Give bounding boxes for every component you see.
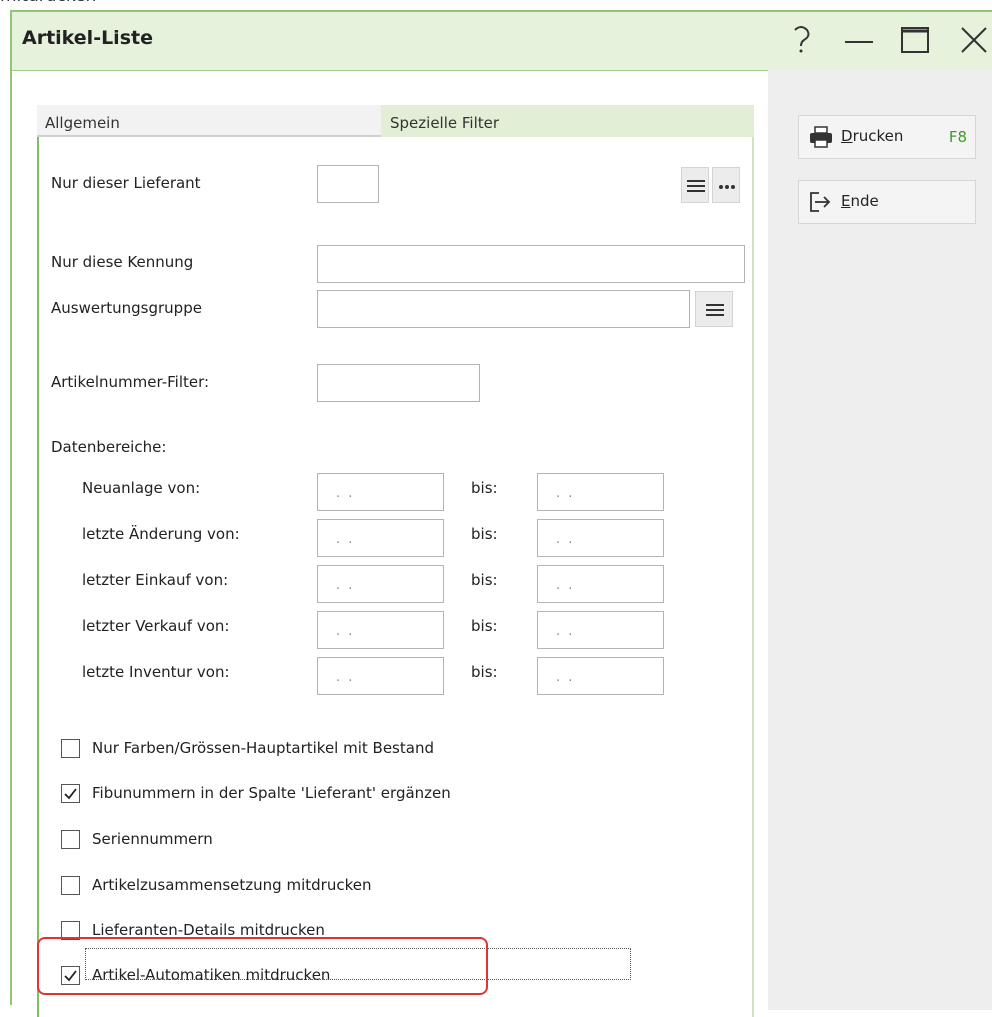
date-row-label: letzter Einkauf von: (82, 571, 229, 589)
bis-label: bis: (471, 617, 498, 635)
action-panel: Drucken F8 Ende (768, 70, 992, 1010)
help-button[interactable] (781, 18, 821, 62)
option-checkbox[interactable] (61, 739, 80, 758)
auswertungsgruppe-label: Auswertungsgruppe (51, 299, 202, 317)
option-label: Fibunummern in der Spalte 'Lieferant' er… (92, 784, 451, 802)
list-icon (706, 304, 724, 316)
date-row-label: letzte Änderung von: (82, 525, 240, 543)
maximize-button[interactable] (895, 18, 935, 62)
date-to-input[interactable]: . . (537, 611, 664, 649)
lieferant-label: Nur dieser Lieferant (51, 174, 201, 192)
auswertungsgruppe-input[interactable] (317, 290, 690, 328)
maximize-icon (901, 27, 929, 53)
print-button[interactable]: Drucken F8 (798, 115, 976, 159)
filter-panel: Nur dieser Lieferant Nur diese Kennung A… (37, 137, 754, 1017)
highlight-annotation (37, 937, 488, 995)
bis-label: bis: (471, 525, 498, 543)
print-label: Drucken (841, 127, 904, 145)
date-from-input[interactable]: . . (317, 611, 444, 649)
option-checkbox[interactable] (61, 876, 80, 895)
title-bar: Artikel-Liste (12, 12, 992, 71)
more-icon (719, 185, 735, 189)
date-from-input[interactable]: . . (317, 565, 444, 603)
date-row-label: Neuanlage von: (82, 479, 201, 497)
artikel-liste-window: Artikel-Liste Allgemein Spezielle Filter… (10, 10, 992, 1017)
option-label: Artikelzusammensetzung mitdrucken (92, 876, 372, 894)
print-shortcut: F8 (948, 128, 967, 146)
minimize-button[interactable] (839, 18, 879, 62)
kennung-input[interactable] (317, 245, 745, 283)
date-to-input[interactable]: . . (537, 473, 664, 511)
date-row-label: letzte Inventur von: (82, 663, 230, 681)
bis-label: bis: (471, 663, 498, 681)
close-button[interactable] (954, 18, 992, 62)
close-icon (961, 27, 987, 53)
help-icon (794, 26, 810, 53)
bis-label: bis: (471, 571, 498, 589)
printer-icon (810, 126, 832, 148)
end-button[interactable]: Ende (798, 180, 976, 224)
check-icon (64, 788, 77, 800)
window-title: Artikel-Liste (22, 27, 153, 49)
end-label: Ende (841, 192, 879, 210)
option-label: Seriennummern (92, 830, 213, 848)
artikelnummer-label: Artikelnummer-Filter: (51, 373, 210, 391)
tab-allgemein[interactable]: Allgemein (37, 105, 381, 137)
cut-off-text: mitdrucken (0, 0, 96, 6)
bis-label: bis: (471, 479, 498, 497)
lieferant-list-button[interactable] (681, 167, 709, 203)
exit-icon (810, 192, 831, 212)
auswertungsgruppe-list-button[interactable] (695, 291, 733, 327)
option-checkbox[interactable] (61, 784, 80, 803)
list-icon (687, 180, 705, 192)
artikelnummer-input[interactable] (317, 364, 480, 402)
datenbereiche-heading: Datenbereiche: (51, 438, 167, 456)
tab-spezielle-filter[interactable]: Spezielle Filter (381, 105, 754, 137)
date-from-input[interactable]: . . (317, 473, 444, 511)
tab-bar: Allgemein Spezielle Filter (37, 105, 754, 137)
lieferant-more-button[interactable] (712, 167, 740, 203)
date-to-input[interactable]: . . (537, 565, 664, 603)
date-from-input[interactable]: . . (317, 519, 444, 557)
kennung-label: Nur diese Kennung (51, 253, 194, 271)
date-to-input[interactable]: . . (537, 657, 664, 695)
date-row-label: letzter Verkauf von: (82, 617, 230, 635)
minimize-icon (845, 41, 873, 43)
option-checkbox[interactable] (61, 830, 80, 849)
date-from-input[interactable]: . . (317, 657, 444, 695)
lieferant-input[interactable] (317, 165, 379, 203)
date-to-input[interactable]: . . (537, 519, 664, 557)
option-label: Nur Farben/Grössen-Hauptartikel mit Best… (92, 739, 434, 757)
